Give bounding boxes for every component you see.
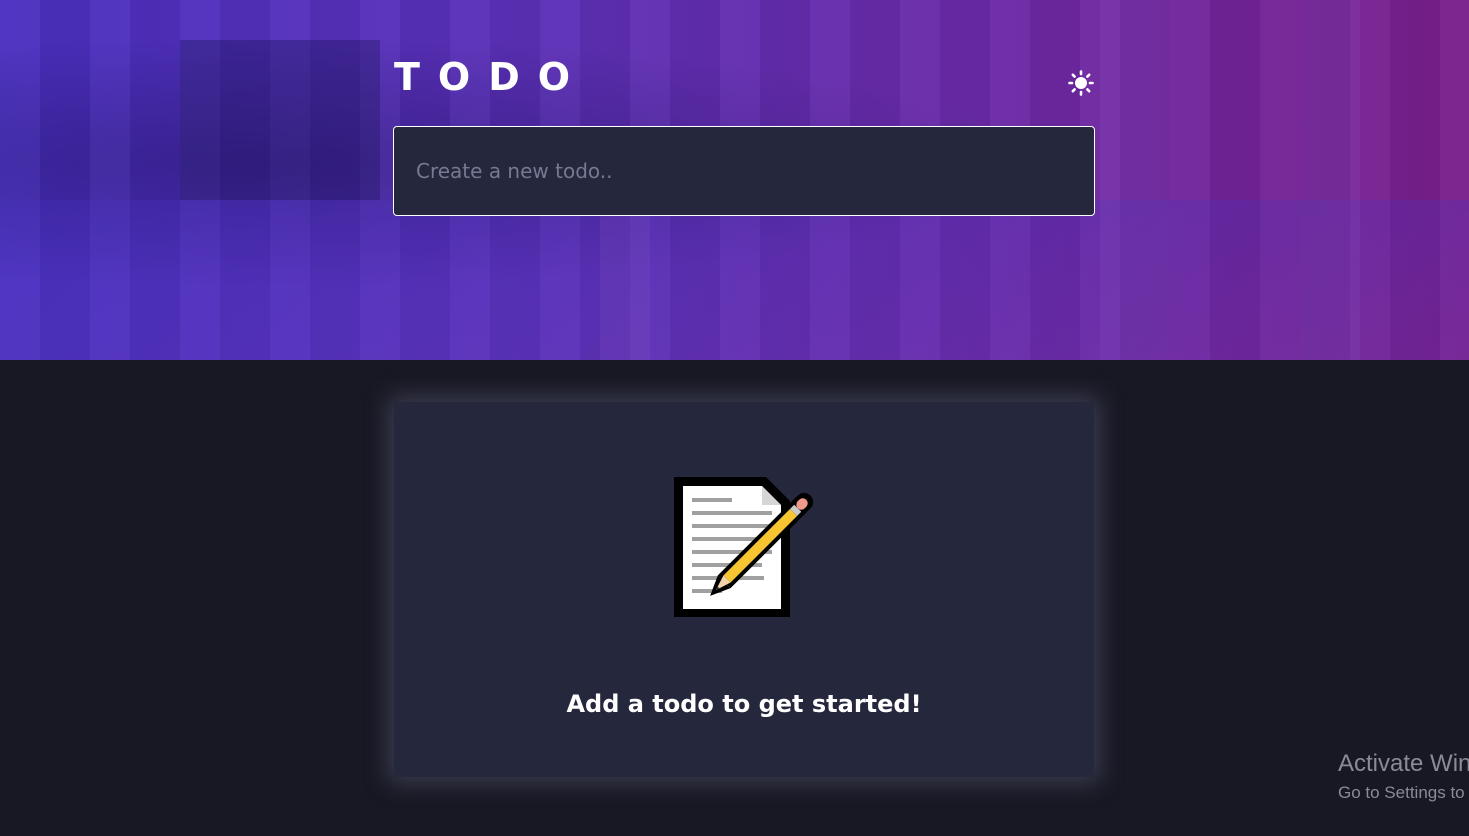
memo-icon [674, 477, 814, 617]
theme-toggle-button[interactable] [1066, 68, 1096, 98]
windows-activation-watermark: Activate Win Go to Settings to [1338, 748, 1469, 806]
sun-icon [1068, 70, 1094, 96]
new-todo-input[interactable] [416, 159, 1094, 183]
todo-list-card: Add a todo to get started! [394, 402, 1094, 777]
watermark-subtitle: Go to Settings to [1338, 783, 1465, 802]
empty-state-message: Add a todo to get started! [566, 690, 922, 718]
watermark-title: Activate Win [1338, 750, 1469, 777]
new-todo-field[interactable] [393, 126, 1095, 216]
app-title: TODO [394, 55, 589, 99]
